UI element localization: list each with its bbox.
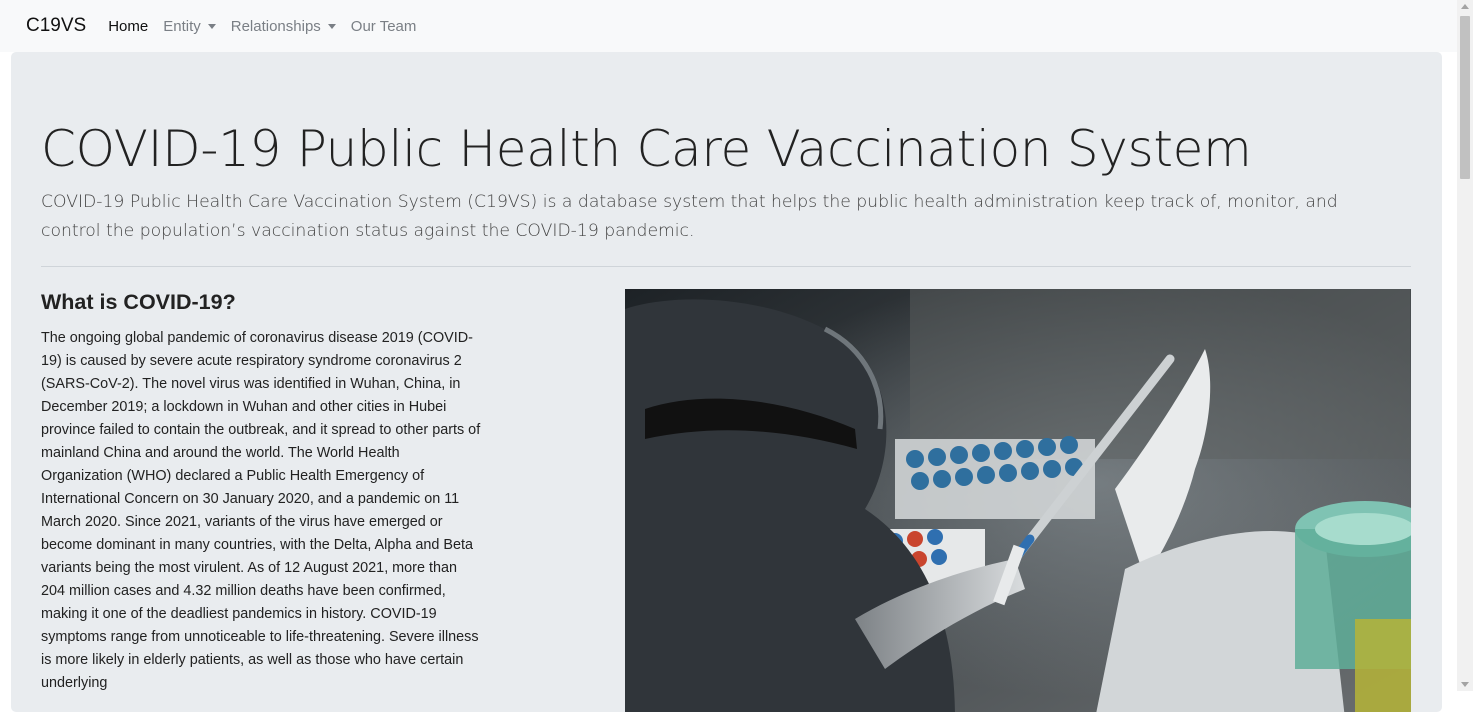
lab-researcher-photo xyxy=(625,289,1411,712)
scroll-up-arrow-icon[interactable] xyxy=(1461,4,1469,9)
nav-link-label: Home xyxy=(108,17,149,35)
section-body-text: The ongoing global pandemic of coronavir… xyxy=(41,330,481,691)
caret-down-icon xyxy=(327,23,336,29)
scroll-down-arrow-icon[interactable] xyxy=(1461,682,1469,687)
navbar: C19VS Home Entity Relationships Our Team xyxy=(0,0,1457,52)
nav-link-our-team[interactable]: Our Team xyxy=(351,18,417,35)
scroll-thumb[interactable] xyxy=(1460,16,1470,179)
nav-dropdown-entity[interactable]: Entity xyxy=(163,18,216,35)
caret-down-icon xyxy=(207,23,216,29)
jumbotron: COVID-19 Public Health Care Vaccination … xyxy=(11,52,1442,712)
page-scrollbar[interactable] xyxy=(1457,0,1473,691)
divider xyxy=(41,266,1411,267)
nav-link-label: Entity xyxy=(163,17,201,35)
navbar-brand[interactable]: C19VS xyxy=(26,15,86,37)
nav-dropdown-relationships[interactable]: Relationships xyxy=(231,18,336,35)
section-heading: What is COVID-19? xyxy=(41,290,236,314)
page-title: COVID-19 Public Health Care Vaccination … xyxy=(41,120,1252,178)
lead-description: COVID-19 Public Health Care Vaccination … xyxy=(41,192,1338,241)
nav-link-home[interactable]: Home xyxy=(108,18,148,35)
nav-link-label: Relationships xyxy=(230,17,321,35)
nav-link-label: Our Team xyxy=(350,17,417,35)
